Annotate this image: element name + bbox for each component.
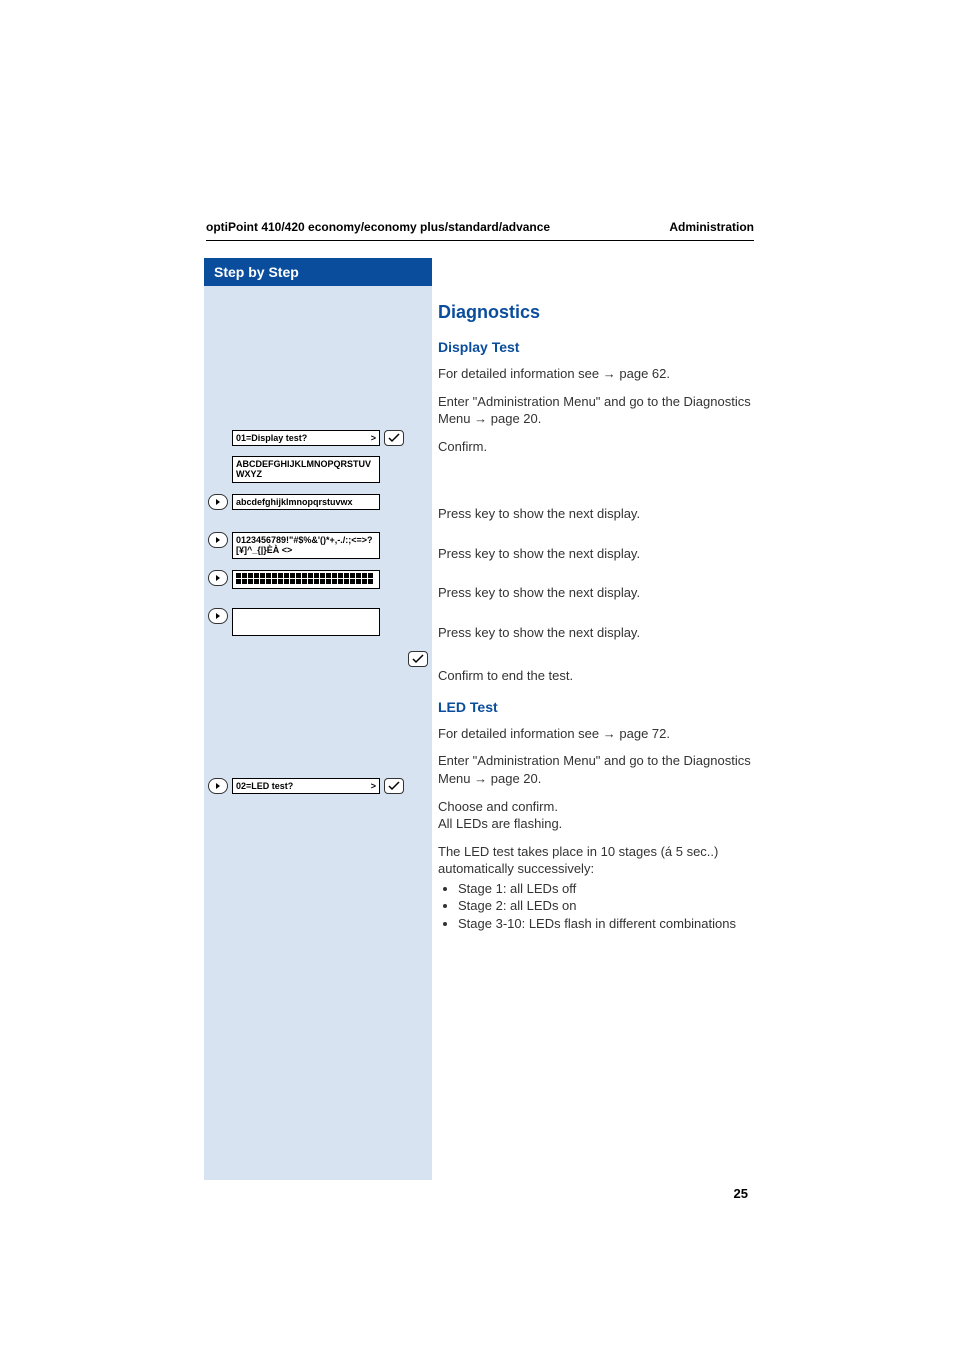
sidebar: Step by Step: [204, 258, 432, 1180]
text-part: For detailed information see: [438, 366, 603, 381]
step-display-test: 01=Display test? >: [232, 430, 404, 446]
display-01-gt: >: [371, 433, 376, 443]
display-symbols: 0123456789!"#$%&'()*+,-./:;<=>?[¥]^_{|}È…: [232, 532, 380, 559]
arrow-right-inline-icon: →: [603, 366, 616, 381]
step-led-test: 02=LED test? >: [208, 778, 404, 794]
display-test-heading: Display Test: [438, 339, 754, 355]
text-part: page 20.: [487, 411, 541, 426]
header-right-text: Administration: [669, 220, 754, 234]
display-upper: ABCDEFGHIJKLMNOPQRSTUVWXYZ: [232, 456, 380, 483]
arrow-right-icon: [208, 532, 228, 548]
choose-text: Choose and confirm.: [438, 798, 754, 816]
led-stages-list: Stage 1: all LEDs off Stage 2: all LEDs …: [458, 880, 754, 933]
led-test-heading: LED Test: [438, 699, 754, 715]
arrow-right-icon: [208, 778, 228, 794]
step-blocks: [208, 570, 380, 589]
display-01-label: 01=Display test?: [236, 433, 307, 443]
check-icon: [384, 430, 404, 446]
text-part: page 62.: [616, 366, 670, 381]
main-content: Diagnostics Display Test For detailed in…: [438, 258, 754, 932]
sidebar-title: Step by Step: [204, 258, 432, 286]
led-test-line1: For detailed information see → page 72.: [438, 725, 754, 743]
text-part: page 72.: [616, 726, 670, 741]
step-confirm-end: [408, 651, 428, 667]
step-symbols: 0123456789!"#$%&'()*+,-./:;<=>?[¥]^_{|}È…: [208, 532, 380, 559]
check-icon: [408, 651, 428, 667]
check-icon: [384, 778, 404, 794]
display-empty: [232, 608, 380, 636]
step-alpha-lower: abcdefghijklmnopqrstuvwx: [208, 494, 380, 510]
press2-text: Press key to show the next display.: [438, 545, 754, 563]
press4-text: Press key to show the next display.: [438, 624, 754, 642]
page-number: 25: [734, 1186, 748, 1201]
display-test-line2: Enter "Administration Menu" and go to th…: [438, 393, 754, 428]
arrow-right-icon: [208, 570, 228, 586]
led-test-line2: Enter "Administration Menu" and go to th…: [438, 752, 754, 787]
list-item: Stage 3-10: LEDs flash in different comb…: [458, 915, 754, 933]
confirm-text: Confirm.: [438, 438, 754, 456]
press3-text: Press key to show the next display.: [438, 584, 754, 602]
arrow-right-inline-icon: →: [474, 411, 487, 426]
display-test-line1: For detailed information see → page 62.: [438, 365, 754, 383]
step-empty: [208, 608, 380, 636]
text-part: page 20.: [487, 771, 541, 786]
display-01: 01=Display test? >: [232, 430, 380, 446]
step-alpha-upper: ABCDEFGHIJKLMNOPQRSTUVWXYZ: [232, 456, 380, 483]
confirm-end-text: Confirm to end the test.: [438, 667, 754, 685]
header-left-text: optiPoint 410/420 economy/economy plus/s…: [206, 220, 550, 234]
display-02-label: 02=LED test?: [236, 781, 293, 791]
display-02-gt: >: [371, 781, 376, 791]
section-title: Diagnostics: [438, 302, 754, 323]
display-lower: abcdefghijklmnopqrstuvwx: [232, 494, 380, 510]
page-header: optiPoint 410/420 economy/economy plus/s…: [206, 220, 754, 241]
arrow-right-inline-icon: →: [603, 726, 616, 741]
display-blocks: [232, 570, 380, 589]
arrow-right-inline-icon: →: [474, 771, 487, 786]
list-item: Stage 2: all LEDs on: [458, 897, 754, 915]
press1-text: Press key to show the next display.: [438, 505, 754, 523]
led-desc-text: The LED test takes place in 10 stages (á…: [438, 843, 754, 878]
list-item: Stage 1: all LEDs off: [458, 880, 754, 898]
text-part: For detailed information see: [438, 726, 603, 741]
flashing-text: All LEDs are flashing.: [438, 815, 754, 833]
display-02: 02=LED test? >: [232, 778, 380, 794]
arrow-right-icon: [208, 608, 228, 624]
arrow-right-icon: [208, 494, 228, 510]
